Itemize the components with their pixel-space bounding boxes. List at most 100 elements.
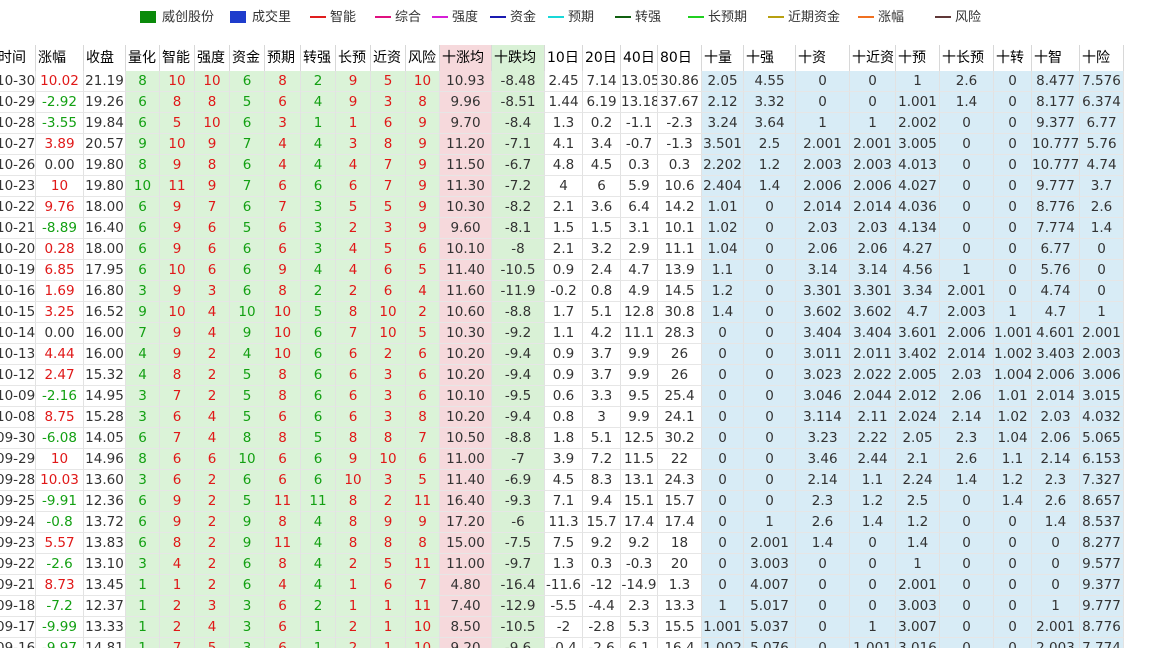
column-header[interactable]: 十近资: [850, 45, 896, 71]
date-cell: 10-30: [0, 71, 36, 92]
table-cell: 6: [126, 92, 160, 113]
column-header[interactable]: 十险: [1080, 45, 1124, 71]
table-cell: 4: [230, 344, 265, 365]
table-cell: -9.91: [36, 491, 84, 512]
table-cell: 2.006: [940, 323, 994, 344]
column-header[interactable]: 智能: [160, 45, 195, 71]
table-cell: 3.64: [744, 113, 796, 134]
table-row: 10-229.7618.0069767355910.30-8.22.13.66.…: [0, 197, 1176, 218]
table-cell: -8.89: [36, 218, 84, 239]
table-cell: 1.69: [36, 281, 84, 302]
table-cell: 0: [702, 554, 744, 575]
column-header[interactable]: 40日: [621, 45, 658, 71]
column-header[interactable]: 十预: [896, 45, 940, 71]
table-cell: 10.02: [36, 71, 84, 92]
table-cell: 2: [195, 512, 230, 533]
table-cell: 2: [160, 596, 195, 617]
table-cell: 6: [336, 386, 371, 407]
table-cell: 10: [406, 617, 440, 638]
table-cell: 6: [230, 155, 265, 176]
column-header[interactable]: 时间: [0, 45, 36, 71]
table-row: 10-21-8.8916.406965632399.60-8.11.51.53.…: [0, 218, 1176, 239]
table-cell: 1.8: [545, 428, 583, 449]
table-row: 10-29-2.9219.266885649389.96-8.511.446.1…: [0, 92, 1176, 113]
column-header[interactable]: 20日: [583, 45, 621, 71]
table-cell: 0: [994, 113, 1032, 134]
column-header[interactable]: 预期: [265, 45, 301, 71]
column-header[interactable]: 十涨均: [440, 45, 492, 71]
table-cell: 2: [406, 302, 440, 323]
table-cell: -14.9: [621, 575, 658, 596]
column-header[interactable]: 十转: [994, 45, 1032, 71]
table-cell: 7: [160, 638, 195, 648]
column-header[interactable]: 十跌均: [492, 45, 545, 71]
table-cell: 0: [744, 239, 796, 260]
table-cell: 1: [301, 617, 336, 638]
column-header[interactable]: 涨幅: [36, 45, 84, 71]
table-cell: 20.57: [84, 134, 126, 155]
table-cell: 6: [371, 281, 406, 302]
table-cell: 1: [702, 596, 744, 617]
date-cell: 09-25: [0, 491, 36, 512]
table-row: 10-161.6916.8039368226411.60-11.9-0.20.8…: [0, 281, 1176, 302]
column-header[interactable]: 十资: [796, 45, 850, 71]
table-cell: 7.14: [583, 71, 621, 92]
column-header[interactable]: 十智: [1032, 45, 1080, 71]
table-cell: 8: [336, 491, 371, 512]
column-header[interactable]: 量化: [126, 45, 160, 71]
table-cell: 14.5: [658, 281, 702, 302]
table-row: 10-28-3.5519.8465106311699.70-8.41.30.2-…: [0, 113, 1176, 134]
table-cell: 2.3: [1032, 470, 1080, 491]
table-cell: 6.1: [621, 638, 658, 648]
table-cell: 4: [336, 239, 371, 260]
table-cell: 21.19: [84, 71, 126, 92]
table-cell: 4.27: [896, 239, 940, 260]
column-header[interactable]: 资金: [230, 45, 265, 71]
table-cell: 9.4: [583, 491, 621, 512]
table-cell: 17.20: [440, 512, 492, 533]
column-header[interactable]: 十长预: [940, 45, 994, 71]
column-header[interactable]: 强度: [195, 45, 230, 71]
table-row: 09-16-9.9714.8117536121109.20-9.6-0.4-2.…: [0, 638, 1176, 648]
table-cell: 1: [301, 113, 336, 134]
table-cell: 2.1: [896, 449, 940, 470]
table-row: 09-18-7.212.3712336211117.40-12.9-5.5-4.…: [0, 596, 1176, 617]
table-cell: 0: [940, 596, 994, 617]
table-cell: 9: [195, 176, 230, 197]
table-cell: 3: [371, 386, 406, 407]
table-cell: 2.022: [850, 365, 896, 386]
column-header[interactable]: 80日: [658, 45, 702, 71]
column-header[interactable]: 10日: [545, 45, 583, 71]
table-cell: 1.4: [850, 512, 896, 533]
column-header[interactable]: 近资: [371, 45, 406, 71]
table-cell: -0.4: [545, 638, 583, 648]
table-cell: 5.017: [744, 596, 796, 617]
table-cell: 2.06: [850, 239, 896, 260]
table-cell: 0: [940, 155, 994, 176]
table-cell: 9.2: [621, 533, 658, 554]
table-cell: 4.74: [1080, 155, 1124, 176]
table-cell: 4: [126, 344, 160, 365]
column-header[interactable]: 收盘: [84, 45, 126, 71]
table-cell: 4.56: [896, 260, 940, 281]
table-cell: 11.20: [440, 134, 492, 155]
table-cell: 11.00: [440, 449, 492, 470]
column-header[interactable]: 十强: [744, 45, 796, 71]
table-cell: 2: [195, 575, 230, 596]
table-cell: -7.2: [36, 596, 84, 617]
column-header[interactable]: 转强: [301, 45, 336, 71]
table-cell: 0: [994, 554, 1032, 575]
table-cell: 30.86: [658, 71, 702, 92]
table-cell: 11.60: [440, 281, 492, 302]
table-cell: 0.8: [583, 281, 621, 302]
table-cell: 8.277: [1080, 533, 1124, 554]
table-cell: 2.9: [621, 239, 658, 260]
column-header[interactable]: 长预: [336, 45, 371, 71]
table-cell: 1.7: [545, 302, 583, 323]
table-cell: -8.4: [492, 113, 545, 134]
table-cell: 15.5: [658, 617, 702, 638]
column-header[interactable]: 风险: [406, 45, 440, 71]
column-header[interactable]: 十量: [702, 45, 744, 71]
table-cell: 8: [126, 449, 160, 470]
table-cell: 9.2: [583, 533, 621, 554]
